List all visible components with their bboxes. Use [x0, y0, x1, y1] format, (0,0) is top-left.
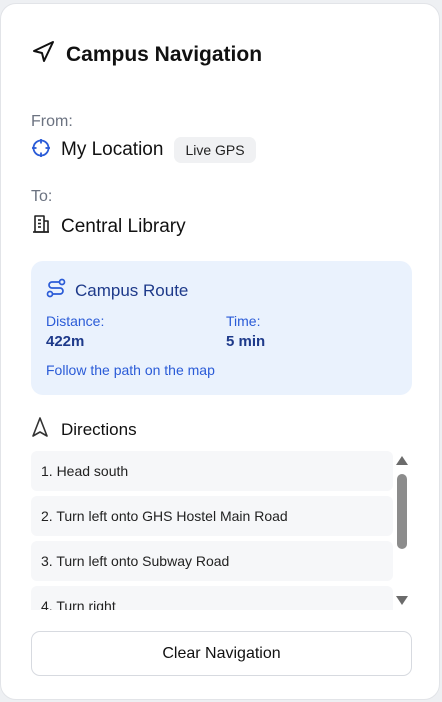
directions-list[interactable]: 1. Head south 2. Turn left onto GHS Host… [31, 451, 393, 610]
direction-step: 3. Turn left onto Subway Road [31, 541, 393, 581]
to-location[interactable]: Central Library [31, 214, 186, 239]
route-summary: Campus Route Distance: 422m Time: 5 min … [31, 261, 412, 395]
navigation-arrow-icon [31, 40, 55, 69]
direction-step: 2. Turn left onto GHS Hostel Main Road [31, 496, 393, 536]
scroll-thumb[interactable] [397, 474, 407, 549]
direction-step: 4. Turn right [31, 586, 393, 610]
live-gps-badge: Live GPS [174, 137, 256, 163]
page-title: Campus Navigation [66, 42, 263, 66]
time-label: Time: [226, 313, 261, 329]
directions-title: Directions [61, 419, 137, 439]
from-location-value: My Location [61, 139, 164, 160]
route-hint: Follow the path on the map [46, 362, 215, 378]
direction-arrow-icon [31, 417, 49, 442]
route-icon [46, 278, 66, 303]
directions-scrollbar[interactable] [395, 454, 409, 610]
scroll-up-arrow-icon[interactable] [396, 456, 408, 465]
time-value: 5 min [226, 333, 266, 350]
to-label: To: [31, 188, 53, 205]
route-title: Campus Route [75, 280, 189, 300]
scroll-down-arrow-icon[interactable] [396, 596, 408, 605]
directions-header: Directions [31, 417, 137, 442]
building-icon [31, 214, 51, 239]
route-header: Campus Route [46, 278, 188, 303]
crosshair-icon [31, 138, 51, 163]
from-location[interactable]: My Location Live GPS [31, 137, 256, 163]
distance-label: Distance: [46, 313, 105, 329]
navigation-panel: Campus Navigation From: My Location Live… [0, 3, 440, 700]
from-label: From: [31, 113, 73, 130]
panel-header: Campus Navigation [31, 40, 262, 69]
distance-value: 422m [46, 333, 85, 350]
direction-step: 1. Head south [31, 451, 393, 491]
to-location-value: Central Library [61, 215, 186, 237]
clear-navigation-button[interactable]: Clear Navigation [31, 631, 412, 676]
